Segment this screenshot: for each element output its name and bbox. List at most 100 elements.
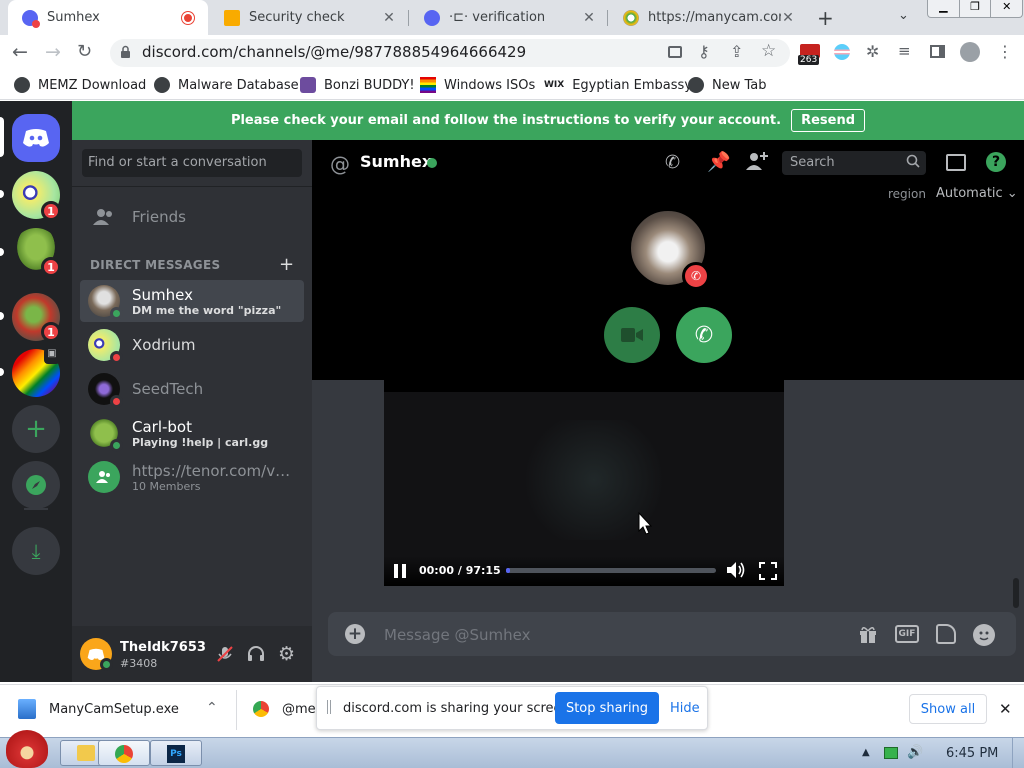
bookmark-memz[interactable]: MEMZ Download bbox=[14, 70, 146, 100]
extension-flag-icon[interactable] bbox=[834, 44, 850, 60]
bookmark-malware-db[interactable]: Malware Database bbox=[154, 70, 299, 100]
scrollbar[interactable] bbox=[1013, 578, 1019, 608]
user-settings-gear-icon[interactable]: ⚙ bbox=[278, 643, 295, 665]
pause-icon[interactable] bbox=[393, 563, 407, 579]
download-item-2[interactable]: @me bbox=[282, 702, 316, 717]
battery-icon[interactable] bbox=[884, 747, 898, 759]
create-dm-icon[interactable]: + bbox=[279, 254, 294, 275]
clock[interactable]: 6:45 PM bbox=[946, 746, 998, 761]
headphones-icon[interactable] bbox=[247, 645, 265, 663]
search-input[interactable]: Search bbox=[782, 151, 926, 175]
dm-subtitle: DM me the word "pizza" bbox=[132, 303, 282, 317]
bookmark-new-tab[interactable]: New Tab bbox=[688, 70, 767, 100]
video-call-button[interactable] bbox=[604, 307, 660, 363]
tab-search-icon[interactable]: ⌄ bbox=[898, 8, 909, 23]
ringing-icon: ✆ bbox=[682, 262, 710, 290]
bookmark-windows-isos[interactable]: Windows ISOs bbox=[420, 70, 535, 100]
download-apps-button[interactable]: ⤓ bbox=[12, 527, 60, 575]
tab-separator bbox=[408, 10, 409, 26]
tab-security-check[interactable]: Security check ✕ bbox=[210, 0, 406, 35]
sticker-icon[interactable] bbox=[936, 624, 956, 644]
lock-icon[interactable] bbox=[120, 45, 131, 59]
pinned-messages-icon[interactable]: 📌 bbox=[707, 150, 731, 173]
help-icon[interactable]: ? bbox=[986, 152, 1006, 172]
dm-item-seedtech[interactable]: SeedTech bbox=[80, 368, 304, 410]
back-icon[interactable]: ← bbox=[12, 41, 28, 63]
restore-icon[interactable]: ❐ bbox=[960, 0, 992, 17]
video-progress-track[interactable] bbox=[506, 568, 716, 573]
online-status-icon bbox=[100, 658, 113, 671]
taskbar-photoshop[interactable]: Ps bbox=[150, 740, 202, 766]
media-queue-icon[interactable]: ≡ bbox=[898, 42, 911, 60]
share-icon[interactable]: ⇪ bbox=[730, 42, 743, 61]
dm-item-xodrium[interactable]: Xodrium bbox=[80, 324, 304, 366]
dnd-status-icon bbox=[110, 351, 123, 364]
reload-icon[interactable]: ↻ bbox=[77, 41, 92, 62]
forward-icon[interactable]: → bbox=[45, 41, 61, 63]
inbox-icon[interactable] bbox=[946, 154, 966, 171]
close-tab-icon[interactable]: ✕ bbox=[582, 10, 596, 26]
url-text: discord.com/channels/@me/987788854964666… bbox=[142, 43, 527, 61]
attach-plus-icon[interactable]: + bbox=[345, 624, 365, 644]
hide-button[interactable]: Hide bbox=[670, 701, 700, 716]
close-download-bar-icon[interactable]: ✕ bbox=[999, 700, 1012, 718]
stop-sharing-button[interactable]: Stop sharing bbox=[555, 692, 659, 724]
photoshop-icon: Ps bbox=[167, 745, 185, 763]
extension-badge: 263 bbox=[798, 55, 820, 65]
close-tab-icon[interactable]: ✕ bbox=[382, 10, 396, 26]
dm-item-sumhex[interactable]: Sumhex DM me the word "pizza" bbox=[80, 280, 304, 322]
join-call-button[interactable]: ✆ bbox=[676, 307, 732, 363]
wix-icon: WIX bbox=[544, 80, 565, 90]
profile-avatar-icon[interactable] bbox=[960, 42, 980, 62]
minimize-icon[interactable]: ▁ bbox=[928, 0, 960, 17]
mute-mic-icon[interactable] bbox=[216, 645, 234, 663]
show-all-downloads-button[interactable]: Show all bbox=[909, 694, 987, 724]
bookmark-star-icon[interactable]: ☆ bbox=[761, 41, 776, 61]
emoji-icon[interactable] bbox=[973, 624, 995, 646]
show-desktop-button[interactable] bbox=[1012, 738, 1024, 768]
dm-item-group[interactable]: https://tenor.com/vie... 10 Members bbox=[80, 456, 304, 498]
chrome-menu-icon[interactable]: ⋮ bbox=[997, 42, 1013, 61]
volume-tray-icon[interactable]: 🔊 bbox=[907, 745, 923, 760]
tab-title: https://manycam.com bbox=[648, 10, 781, 25]
download-filename[interactable]: ManyCamSetup.exe bbox=[49, 702, 179, 717]
bookmark-label: Bonzi BUDDY! bbox=[324, 77, 415, 93]
friends-button[interactable]: Friends bbox=[80, 197, 304, 237]
dm-item-carl-bot[interactable]: Carl-bot Playing !help | carl.gg bbox=[80, 412, 304, 454]
dnd-status-icon bbox=[110, 395, 123, 408]
drag-handle-icon[interactable] bbox=[327, 700, 331, 714]
bookmark-bonzi[interactable]: Bonzi BUDDY! bbox=[300, 70, 415, 100]
close-tab-icon[interactable]: ✕ bbox=[781, 10, 795, 26]
extensions-puzzle-icon[interactable]: ✲ bbox=[866, 42, 879, 61]
region-select[interactable]: Automatic ⌄ bbox=[936, 186, 1018, 201]
bookmark-egyptian-embassy[interactable]: WIX Egyptian Embassy bbox=[544, 70, 692, 100]
gif-button[interactable]: GIF bbox=[895, 625, 919, 643]
close-window-icon[interactable]: ✕ bbox=[991, 0, 1022, 17]
call-icon[interactable]: ✆ bbox=[665, 152, 680, 173]
explore-servers-button[interactable] bbox=[12, 461, 60, 509]
discord-home-button[interactable] bbox=[12, 114, 60, 162]
add-friends-to-dm-icon[interactable] bbox=[745, 150, 769, 172]
add-server-button[interactable]: + bbox=[12, 405, 60, 453]
side-panel-icon[interactable] bbox=[930, 45, 945, 58]
taskbar-chrome[interactable] bbox=[98, 740, 150, 766]
dm-name: Sumhex bbox=[132, 285, 193, 304]
tab-verification[interactable]: ·⊏· verification ✕ bbox=[410, 0, 606, 35]
tab-manycam[interactable]: https://manycam.com ✕ bbox=[609, 0, 805, 35]
download-options-chevron-icon[interactable]: ⌃ bbox=[206, 700, 218, 716]
user-avatar[interactable] bbox=[80, 638, 113, 671]
gift-icon[interactable] bbox=[858, 624, 878, 644]
find-conversation-input[interactable]: Find or start a conversation bbox=[82, 149, 302, 177]
camera-blocked-icon[interactable] bbox=[668, 46, 682, 58]
tab-sumhex[interactable]: Sumhex bbox=[8, 0, 208, 35]
fullscreen-icon[interactable] bbox=[759, 562, 777, 580]
tray-arrow-icon[interactable]: ▲ bbox=[862, 747, 870, 758]
start-button[interactable] bbox=[6, 730, 48, 768]
new-tab-icon[interactable]: + bbox=[817, 6, 834, 30]
resend-button[interactable]: Resend bbox=[791, 109, 866, 132]
manycam-favicon-icon bbox=[623, 9, 639, 26]
message-input[interactable]: Message @Sumhex bbox=[384, 626, 531, 644]
dm-name: Carl-bot bbox=[132, 417, 192, 436]
key-icon[interactable]: ⚷ bbox=[698, 42, 710, 61]
volume-icon[interactable] bbox=[725, 560, 747, 580]
